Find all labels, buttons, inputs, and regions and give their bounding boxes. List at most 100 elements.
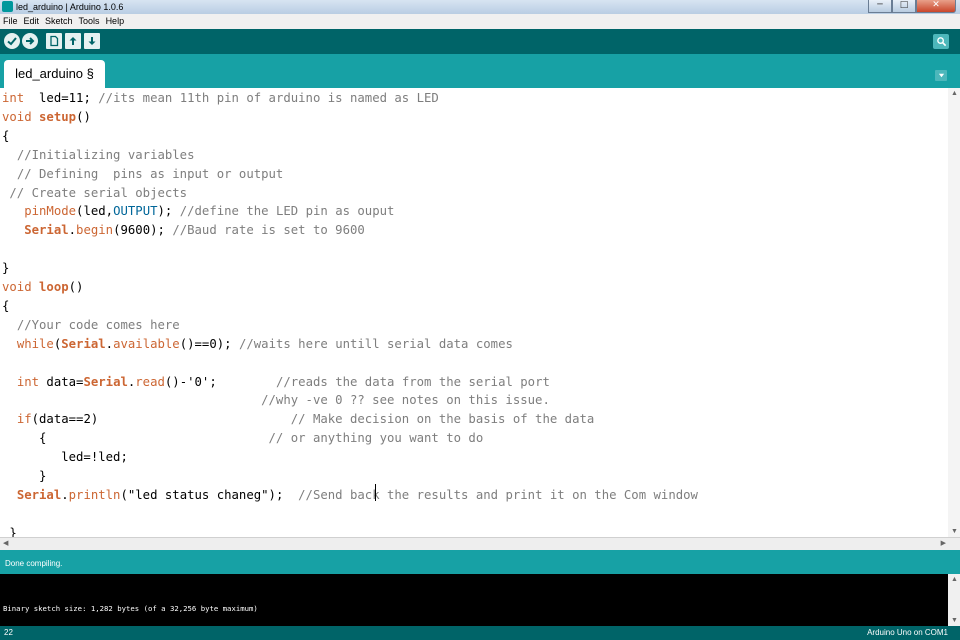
open-icon bbox=[69, 37, 77, 45]
code-token: led=11; bbox=[24, 91, 99, 105]
code-token: data= bbox=[39, 374, 84, 389]
scroll-up-icon[interactable]: ▲ bbox=[951, 90, 958, 97]
code-token: void bbox=[2, 280, 32, 294]
verify-button[interactable] bbox=[4, 33, 20, 49]
code-token: //define the LED pin as ouput bbox=[179, 204, 395, 219]
console-scrollbar[interactable]: ▲ ▼ bbox=[948, 574, 960, 626]
code-token: { bbox=[2, 128, 10, 143]
code-line: Serial.println("led status chaneg"); //S… bbox=[2, 486, 698, 505]
menu-bar: File Edit Sketch Tools Help bbox=[0, 14, 960, 29]
code-line: } bbox=[2, 524, 17, 537]
code-token: . bbox=[68, 223, 77, 238]
save-button[interactable] bbox=[84, 33, 100, 49]
tab-strip: led_arduino § bbox=[0, 54, 960, 88]
code-token: //Your code comes here bbox=[16, 317, 180, 332]
code-token: //its mean 11th pin of arduino is named … bbox=[98, 91, 439, 105]
code-line: led=!led; bbox=[2, 448, 128, 467]
code-token: Serial bbox=[61, 336, 106, 351]
menu-sketch[interactable]: Sketch bbox=[42, 14, 76, 29]
menu-file[interactable]: File bbox=[0, 14, 21, 29]
code-token: led=!led; bbox=[2, 450, 128, 465]
code-token: // or anything you want to do bbox=[268, 431, 484, 446]
code-token: begin bbox=[76, 223, 114, 238]
code-token: //why -ve 0 ?? see notes on this issue. bbox=[261, 393, 550, 408]
code-token: . bbox=[61, 487, 69, 502]
editor-vertical-scrollbar[interactable]: ▲ ▼ bbox=[948, 88, 960, 537]
code-token: int bbox=[2, 91, 25, 105]
minimize-button[interactable]: ─ bbox=[868, 0, 892, 13]
code-token: ); bbox=[157, 204, 180, 219]
close-button[interactable]: ✕ bbox=[916, 0, 956, 13]
code-line: { bbox=[2, 297, 9, 316]
code-token: } bbox=[2, 261, 10, 276]
code-token: () bbox=[68, 280, 84, 294]
code-line: Serial.begin(9600); //Baud rate is set t… bbox=[2, 221, 365, 240]
tab-led-arduino[interactable]: led_arduino § bbox=[4, 60, 105, 88]
console-output: Binary sketch size: 1,282 bytes (of a 32… bbox=[0, 574, 948, 626]
console-text: Binary sketch size: 1,282 bytes (of a 32… bbox=[3, 604, 258, 613]
code-token: (9600); bbox=[113, 223, 173, 238]
maximize-button[interactable]: □ bbox=[892, 0, 916, 13]
code-line: int data=Serial.read()-'0'; //reads the … bbox=[2, 373, 550, 392]
code-line: //Initializing variables bbox=[2, 146, 195, 165]
new-button[interactable] bbox=[46, 33, 62, 49]
code-token: } bbox=[2, 525, 17, 537]
code-line: void setup() bbox=[2, 108, 91, 127]
code-token: Serial bbox=[24, 223, 69, 238]
code-token: // Create serial objects bbox=[2, 185, 188, 200]
code-token: ()==0); bbox=[179, 336, 239, 351]
code-editor[interactable]: int led=11; //its mean 11th pin of ardui… bbox=[0, 88, 948, 537]
arduino-app-icon bbox=[2, 1, 13, 12]
window-title: led_arduino | Arduino 1.0.6 bbox=[16, 2, 124, 12]
console-scroll-down-icon[interactable]: ▼ bbox=[951, 617, 958, 624]
code-token: available bbox=[113, 336, 180, 351]
text-caret bbox=[375, 484, 376, 501]
status-message: Done compiling. bbox=[5, 559, 63, 568]
code-token: ()-'0'; bbox=[164, 374, 276, 389]
open-button[interactable] bbox=[65, 33, 81, 49]
menu-edit[interactable]: Edit bbox=[21, 14, 43, 29]
code-token: ("led status chaneg"); bbox=[120, 487, 299, 502]
menu-tools[interactable]: Tools bbox=[76, 14, 103, 29]
new-icon bbox=[50, 35, 59, 47]
editor-horizontal-scrollbar[interactable]: ◀ ▶ bbox=[0, 537, 960, 550]
toolbar bbox=[0, 29, 960, 54]
code-token: Serial bbox=[83, 374, 128, 389]
code-line: //Your code comes here bbox=[2, 316, 180, 335]
serial-monitor-icon bbox=[936, 37, 946, 47]
console-scroll-up-icon[interactable]: ▲ bbox=[951, 576, 958, 583]
code-token: setup bbox=[39, 109, 77, 124]
code-line: //why -ve 0 ?? see notes on this issue. bbox=[2, 391, 550, 410]
code-token: { bbox=[2, 298, 10, 313]
code-token: int bbox=[16, 374, 40, 389]
code-line: void loop() bbox=[2, 278, 83, 297]
code-line: // Create serial objects bbox=[2, 184, 187, 203]
scroll-down-icon[interactable]: ▼ bbox=[951, 528, 958, 535]
tab-menu-icon bbox=[938, 73, 944, 78]
code-token: Serial bbox=[16, 487, 62, 502]
tab-menu-button[interactable] bbox=[935, 70, 947, 81]
code-token: pinMode bbox=[24, 204, 77, 219]
menu-help[interactable]: Help bbox=[103, 14, 128, 29]
code-line: { bbox=[2, 127, 9, 146]
scroll-left-icon[interactable]: ◀ bbox=[3, 539, 8, 547]
scroll-right-icon[interactable]: ▶ bbox=[941, 539, 946, 547]
serial-monitor-button[interactable] bbox=[933, 34, 949, 49]
board-port-label: Arduino Uno on COM1 bbox=[867, 628, 948, 637]
code-token: (data==2) bbox=[31, 412, 291, 427]
code-token: (led, bbox=[76, 204, 114, 219]
code-token: read bbox=[135, 374, 165, 389]
code-token: //Send back the results and print it on … bbox=[298, 487, 698, 502]
code-line: } bbox=[2, 259, 9, 278]
code-line: int led=11; //its mean 11th pin of ardui… bbox=[2, 89, 439, 108]
upload-button[interactable] bbox=[22, 33, 38, 49]
